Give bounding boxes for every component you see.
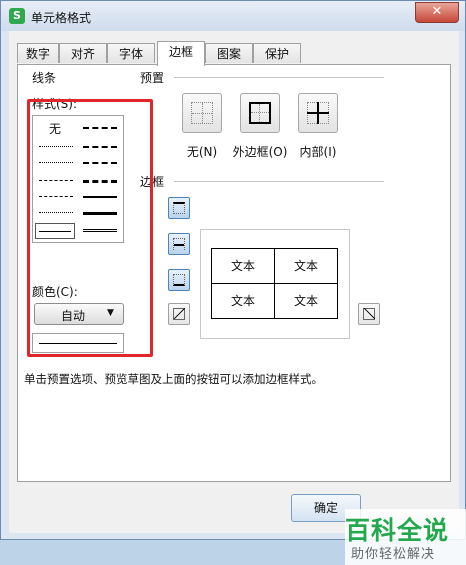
no-border-icon xyxy=(191,102,213,124)
close-button[interactable]: ✕ xyxy=(415,2,459,23)
preset-inside-button[interactable] xyxy=(298,93,338,133)
border-preview[interactable]: 文本 文本 文本 文本 xyxy=(200,229,350,339)
border-diagonal-up-button[interactable] xyxy=(168,303,190,325)
preset-outline-label: 外边框(O) xyxy=(232,145,288,159)
preview-cell: 文本 xyxy=(274,283,338,319)
preset-inside-label: 内部(I) xyxy=(299,145,337,159)
format-cells-dialog: S 单元格格式 ✕ 数字 对齐 字体 边框 图案 保护 线条 样式(S): 无 xyxy=(0,0,466,565)
tab-protection[interactable]: 保护 xyxy=(253,43,301,63)
tab-border[interactable]: 边框 xyxy=(157,41,205,66)
watermark-logo: 百科全说 xyxy=(345,516,450,545)
border-middle-horizontal-button[interactable] xyxy=(168,233,190,255)
highlight-annotation-box xyxy=(27,99,153,357)
border-horizontal-icon xyxy=(173,238,185,250)
wps-app-icon: S xyxy=(9,8,25,24)
title-bar[interactable]: S 单元格格式 ✕ xyxy=(1,1,465,31)
inside-border-icon xyxy=(307,102,329,124)
preset-outline-button[interactable] xyxy=(240,93,280,133)
preview-cell: 文本 xyxy=(211,283,275,319)
preview-cell: 文本 xyxy=(211,248,275,284)
hint-text: 单击预置选项、预览草图及上面的按钮可以添加边框样式。 xyxy=(24,372,323,386)
line-group-title: 线条 xyxy=(32,69,61,86)
preset-none-button[interactable] xyxy=(182,93,222,133)
tab-font[interactable]: 字体 xyxy=(107,43,155,63)
watermark-subtitle: 助你轻松解决 xyxy=(351,547,436,562)
border-divider xyxy=(174,181,384,182)
tab-patterns[interactable]: 图案 xyxy=(205,43,253,63)
diagonal-up-icon xyxy=(173,307,186,320)
preview-cell: 文本 xyxy=(274,248,338,284)
tab-alignment[interactable]: 对齐 xyxy=(59,43,107,63)
border-diagonal-down-button[interactable] xyxy=(358,303,380,325)
border-bottom-button[interactable] xyxy=(168,269,190,291)
diagonal-down-icon xyxy=(363,307,376,320)
outline-border-icon xyxy=(249,102,271,124)
dialog-body: 数字 对齐 字体 边框 图案 保护 线条 样式(S): 无 颜色(C): 自动 … xyxy=(9,31,466,565)
border-bottom-icon xyxy=(173,274,185,286)
border-top-button[interactable] xyxy=(168,197,190,219)
tab-number[interactable]: 数字 xyxy=(17,43,59,63)
border-top-icon xyxy=(173,202,185,214)
dialog-title: 单元格格式 xyxy=(31,11,92,25)
preset-none-label: 无(N) xyxy=(186,145,218,159)
presets-divider xyxy=(174,77,384,78)
presets-title: 预置 xyxy=(140,69,169,86)
watermark: 百科全说 助你轻松解决 xyxy=(345,509,466,565)
